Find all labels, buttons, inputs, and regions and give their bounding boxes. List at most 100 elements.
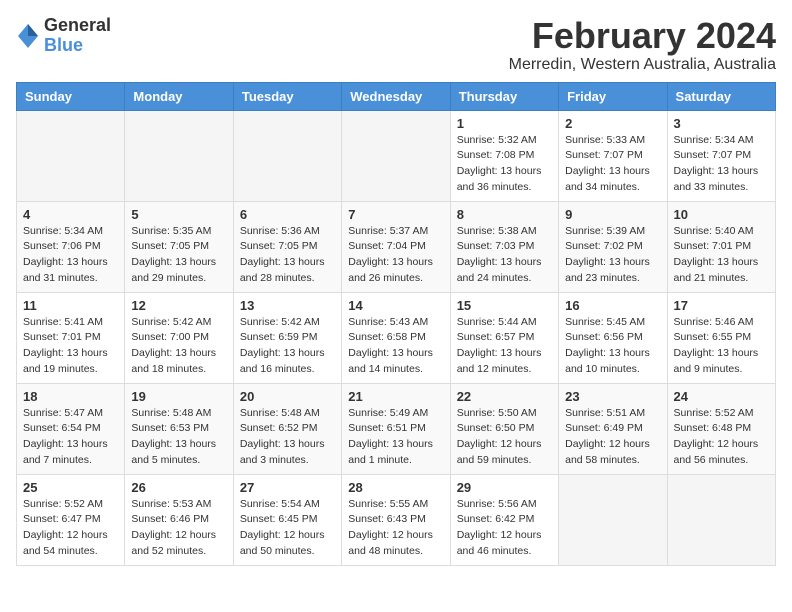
day-number: 5 [131,207,226,222]
day-number: 2 [565,116,660,131]
calendar-cell: 5 Sunrise: 5:35 AMSunset: 7:05 PMDaylight… [125,201,233,292]
calendar-cell: 2 Sunrise: 5:33 AMSunset: 7:07 PMDaylight… [559,110,667,201]
day-info: Sunrise: 5:34 AMSunset: 7:07 PMDaylight:… [674,133,769,196]
calendar-cell: 20 Sunrise: 5:48 AMSunset: 6:52 PMDayligh… [233,383,341,474]
logo: General Blue [16,16,111,56]
calendar-cell [233,110,341,201]
day-number: 1 [457,116,552,131]
calendar-cell: 29 Sunrise: 5:56 AMSunset: 6:42 PMDayligh… [450,474,558,565]
calendar-cell [667,474,775,565]
day-number: 14 [348,298,443,313]
day-info: Sunrise: 5:56 AMSunset: 6:42 PMDaylight:… [457,497,552,560]
day-info: Sunrise: 5:52 AMSunset: 6:47 PMDaylight:… [23,497,118,560]
calendar-week-3: 11 Sunrise: 5:41 AMSunset: 7:01 PMDayligh… [17,292,776,383]
calendar-cell: 15Sunrise: 5:44 AMSunset: 6:57 PMDayligh… [450,292,558,383]
calendar-week-4: 18 Sunrise: 5:47 AMSunset: 6:54 PMDayligh… [17,383,776,474]
calendar-header-monday: Monday [125,82,233,110]
day-info: Sunrise: 5:47 AMSunset: 6:54 PMDaylight:… [23,406,118,469]
day-number: 8 [457,207,552,222]
day-info: Sunrise: 5:41 AMSunset: 7:01 PMDaylight:… [23,315,118,378]
day-info: Sunrise: 5:48 AMSunset: 6:52 PMDaylight:… [240,406,335,469]
calendar-table: SundayMondayTuesdayWednesdayThursdayFrid… [16,82,776,566]
day-info: Sunrise: 5:32 AMSunset: 7:08 PMDaylight:… [457,133,552,196]
day-info: Sunrise: 5:54 AMSunset: 6:45 PMDaylight:… [240,497,335,560]
day-info: Sunrise: 5:45 AMSunset: 6:56 PMDaylight:… [565,315,660,378]
logo-general-text: General [44,16,111,36]
day-number: 10 [674,207,769,222]
calendar-header-wednesday: Wednesday [342,82,450,110]
day-number: 18 [23,389,118,404]
calendar-title: February 2024 [509,16,776,56]
calendar-week-1: 1 Sunrise: 5:32 AMSunset: 7:08 PMDaylight… [17,110,776,201]
logo-icon [16,22,40,50]
day-number: 11 [23,298,118,313]
calendar-cell: 19 Sunrise: 5:48 AMSunset: 6:53 PMDayligh… [125,383,233,474]
calendar-cell: 26 Sunrise: 5:53 AMSunset: 6:46 PMDayligh… [125,474,233,565]
day-number: 29 [457,480,552,495]
day-number: 3 [674,116,769,131]
calendar-cell: 3 Sunrise: 5:34 AMSunset: 7:07 PMDaylight… [667,110,775,201]
day-info: Sunrise: 5:50 AMSunset: 6:50 PMDaylight:… [457,406,552,469]
day-info: Sunrise: 5:37 AMSunset: 7:04 PMDaylight:… [348,224,443,287]
day-info: Sunrise: 5:39 AMSunset: 7:02 PMDaylight:… [565,224,660,287]
calendar-cell: 27Sunrise: 5:54 AMSunset: 6:45 PMDayligh… [233,474,341,565]
day-info: Sunrise: 5:44 AMSunset: 6:57 PMDaylight:… [457,315,552,378]
calendar-cell: 25Sunrise: 5:52 AMSunset: 6:47 PMDayligh… [17,474,125,565]
calendar-cell: 8Sunrise: 5:38 AMSunset: 7:03 PMDaylight… [450,201,558,292]
day-info: Sunrise: 5:53 AMSunset: 6:46 PMDaylight:… [131,497,226,560]
calendar-cell [17,110,125,201]
day-number: 12 [131,298,226,313]
calendar-cell [125,110,233,201]
day-number: 26 [131,480,226,495]
day-number: 6 [240,207,335,222]
calendar-cell: 13Sunrise: 5:42 AMSunset: 6:59 PMDayligh… [233,292,341,383]
calendar-cell: 7Sunrise: 5:37 AMSunset: 7:04 PMDaylight… [342,201,450,292]
day-info: Sunrise: 5:40 AMSunset: 7:01 PMDaylight:… [674,224,769,287]
day-info: Sunrise: 5:55 AMSunset: 6:43 PMDaylight:… [348,497,443,560]
day-info: Sunrise: 5:52 AMSunset: 6:48 PMDaylight:… [674,406,769,469]
calendar-cell: 17Sunrise: 5:46 AMSunset: 6:55 PMDayligh… [667,292,775,383]
day-info: Sunrise: 5:42 AMSunset: 7:00 PMDaylight:… [131,315,226,378]
calendar-header-tuesday: Tuesday [233,82,341,110]
logo-blue-text: Blue [44,36,111,56]
calendar-cell: 24 Sunrise: 5:52 AMSunset: 6:48 PMDayligh… [667,383,775,474]
day-number: 19 [131,389,226,404]
calendar-cell [559,474,667,565]
title-area: February 2024 Merredin, Western Australi… [509,16,776,74]
day-number: 22 [457,389,552,404]
calendar-cell: 28 Sunrise: 5:55 AMSunset: 6:43 PMDayligh… [342,474,450,565]
day-number: 28 [348,480,443,495]
calendar-header-thursday: Thursday [450,82,558,110]
day-info: Sunrise: 5:33 AMSunset: 7:07 PMDaylight:… [565,133,660,196]
day-number: 9 [565,207,660,222]
day-number: 20 [240,389,335,404]
day-info: Sunrise: 5:48 AMSunset: 6:53 PMDaylight:… [131,406,226,469]
calendar-cell: 16 Sunrise: 5:45 AMSunset: 6:56 PMDayligh… [559,292,667,383]
calendar-subtitle: Merredin, Western Australia, Australia [509,56,776,74]
calendar-cell: 1 Sunrise: 5:32 AMSunset: 7:08 PMDaylight… [450,110,558,201]
day-info: Sunrise: 5:46 AMSunset: 6:55 PMDaylight:… [674,315,769,378]
calendar-cell: 18 Sunrise: 5:47 AMSunset: 6:54 PMDayligh… [17,383,125,474]
calendar-week-2: 4Sunrise: 5:34 AMSunset: 7:06 PMDaylight… [17,201,776,292]
calendar-header-sunday: Sunday [17,82,125,110]
calendar-cell: 12 Sunrise: 5:42 AMSunset: 7:00 PMDayligh… [125,292,233,383]
day-number: 13 [240,298,335,313]
calendar-header-saturday: Saturday [667,82,775,110]
day-number: 24 [674,389,769,404]
calendar-cell: 4Sunrise: 5:34 AMSunset: 7:06 PMDaylight… [17,201,125,292]
day-number: 16 [565,298,660,313]
calendar-week-5: 25Sunrise: 5:52 AMSunset: 6:47 PMDayligh… [17,474,776,565]
day-number: 23 [565,389,660,404]
calendar-cell: 22 Sunrise: 5:50 AMSunset: 6:50 PMDayligh… [450,383,558,474]
day-info: Sunrise: 5:35 AMSunset: 7:05 PMDaylight:… [131,224,226,287]
calendar-cell: 23Sunrise: 5:51 AMSunset: 6:49 PMDayligh… [559,383,667,474]
calendar-cell: 14Sunrise: 5:43 AMSunset: 6:58 PMDayligh… [342,292,450,383]
calendar-cell: 9 Sunrise: 5:39 AMSunset: 7:02 PMDaylight… [559,201,667,292]
calendar-cell: 10 Sunrise: 5:40 AMSunset: 7:01 PMDayligh… [667,201,775,292]
day-number: 21 [348,389,443,404]
day-info: Sunrise: 5:49 AMSunset: 6:51 PMDaylight:… [348,406,443,469]
calendar-cell [342,110,450,201]
calendar-cell: 11 Sunrise: 5:41 AMSunset: 7:01 PMDayligh… [17,292,125,383]
calendar-header-row: SundayMondayTuesdayWednesdayThursdayFrid… [17,82,776,110]
calendar-cell: 6Sunrise: 5:36 AMSunset: 7:05 PMDaylight… [233,201,341,292]
